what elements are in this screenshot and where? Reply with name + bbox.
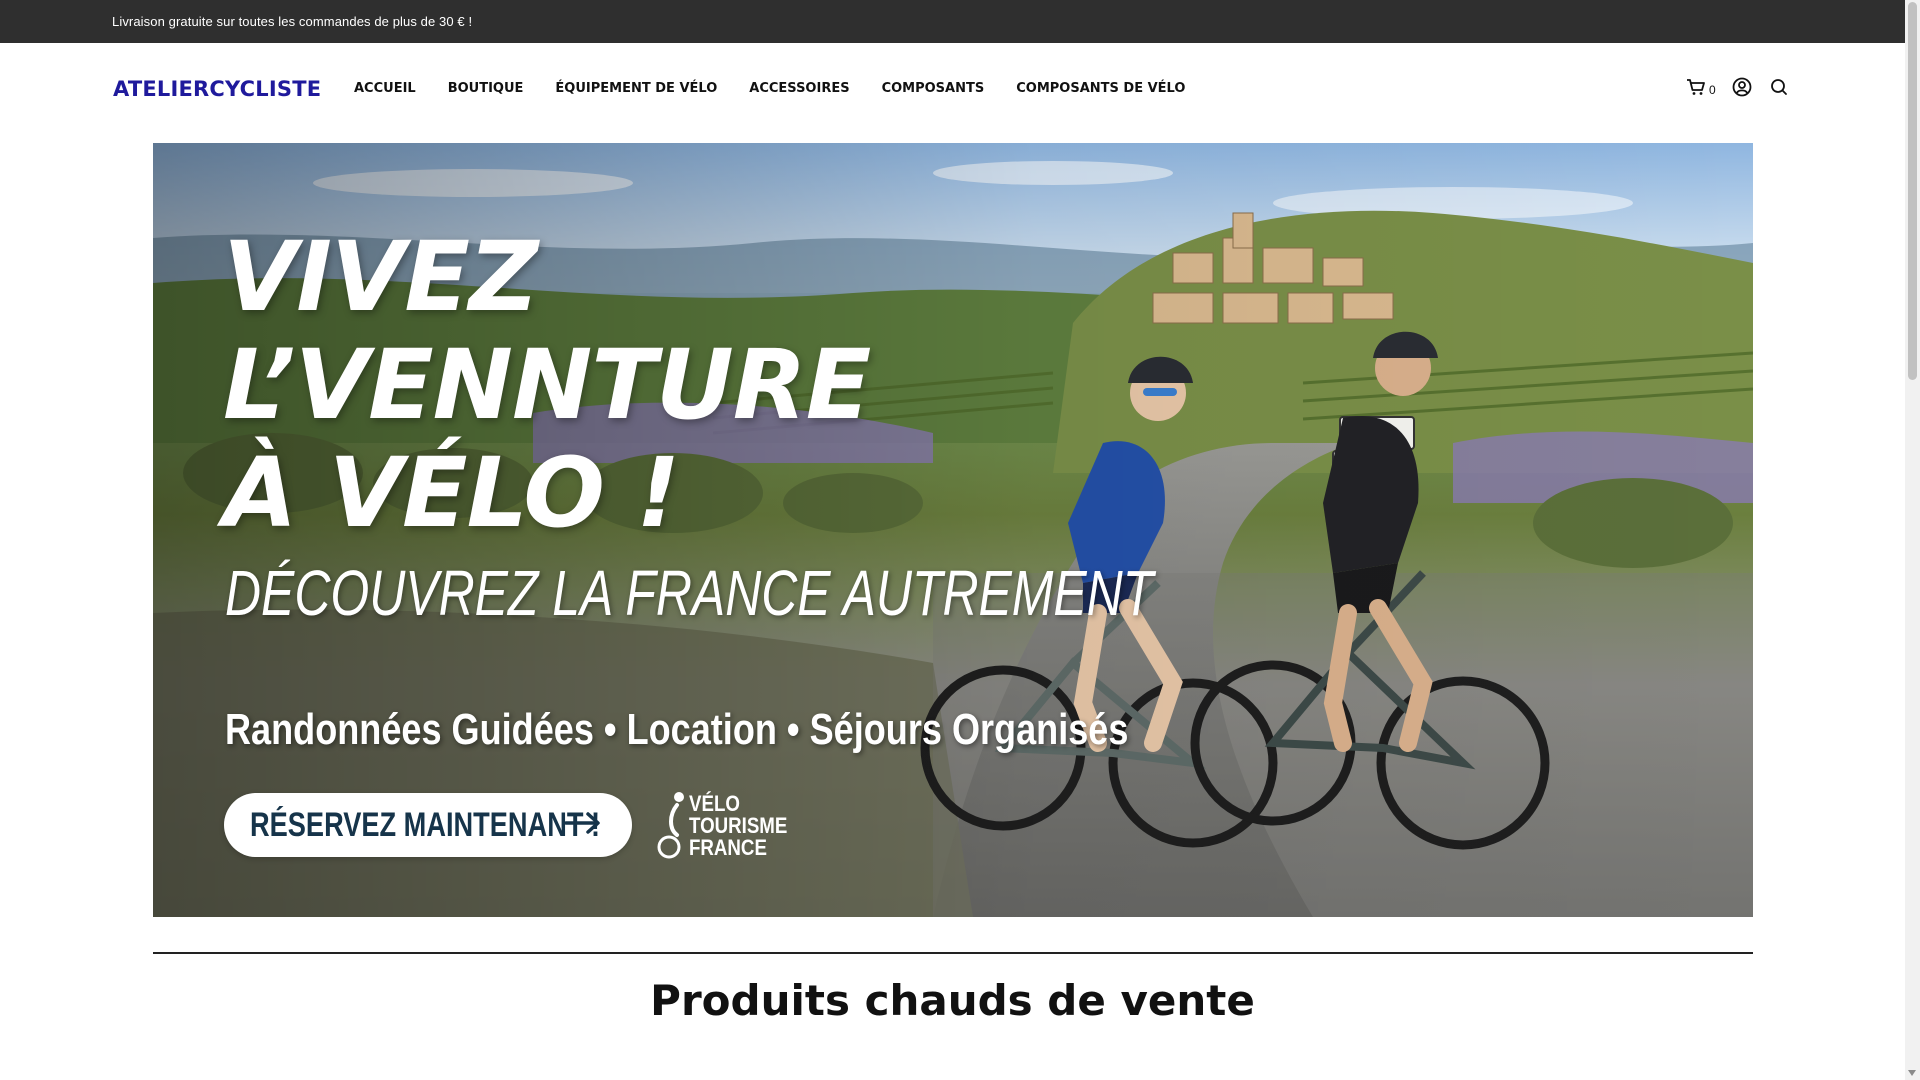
hero-title-line: VIVEZ <box>223 221 539 333</box>
main-nav: ACCUEIL BOUTIQUE ÉQUIPEMENT DE VÉLO ACCE… <box>354 81 1217 96</box>
site-header: ATELIERCYCLISTE ACCUEIL BOUTIQUE ÉQUIPEM… <box>0 43 1905 143</box>
search-icon[interactable] <box>1770 78 1788 101</box>
nav-item-composants[interactable]: COMPOSANTS <box>882 81 985 96</box>
badge-line: FRANCE <box>689 835 767 860</box>
badge-line: VÉLO <box>689 791 740 816</box>
hero-subtitle: DÉCOUVREZ LA FRANCE AUTREMENT <box>225 557 1154 629</box>
hero-title-line: L’VENNTURE <box>223 329 871 441</box>
announcement-bar: Livraison gratuite sur toutes les comman… <box>0 0 1905 43</box>
book-now-button[interactable]: RÉSERVEZ MAINTENANT ! <box>224 793 632 857</box>
page-scrollbar[interactable] <box>1905 0 1920 1080</box>
hero-banner[interactable]: VIVEZ L’VENNTURE À VÉLO ! DÉCOUVREZ LA F… <box>153 143 1753 917</box>
hero-title: VIVEZ L’VENNTURE À VÉLO ! <box>223 221 871 549</box>
header-actions: 0 <box>1686 77 1788 102</box>
nav-item-composants-velo[interactable]: COMPOSANTS DE VÉLO <box>1016 81 1185 96</box>
hero-title-line: À VÉLO ! <box>223 437 680 549</box>
nav-item-boutique[interactable]: BOUTIQUE <box>448 81 524 96</box>
nav-item-equipement[interactable]: ÉQUIPEMENT DE VÉLO <box>555 81 717 96</box>
section-divider <box>153 952 1753 954</box>
section-title: Produits chauds de vente <box>650 976 1255 1025</box>
nav-item-accessoires[interactable]: ACCESSOIRES <box>749 81 849 96</box>
cart-count: 0 <box>1709 82 1716 97</box>
nav-item-accueil[interactable]: ACCUEIL <box>354 81 416 96</box>
velo-tourisme-badge: VÉLO TOURISME FRANCE <box>655 789 805 861</box>
cart-icon <box>1686 78 1706 101</box>
badge-line: TOURISME <box>689 813 788 838</box>
announcement-text: Livraison gratuite sur toutes les comman… <box>112 14 473 29</box>
site-logo[interactable]: ATELIERCYCLISTE <box>113 77 321 101</box>
book-now-label: RÉSERVEZ MAINTENANT ! <box>250 805 601 844</box>
scrollbar-thumb[interactable] <box>1908 2 1917 380</box>
scroll-down-arrow-icon[interactable] <box>1908 1070 1916 1076</box>
user-icon[interactable] <box>1732 77 1752 102</box>
cart-button[interactable]: 0 <box>1686 78 1716 101</box>
hero-services: Randonnées Guidées • Location • Séjours … <box>225 705 1129 754</box>
